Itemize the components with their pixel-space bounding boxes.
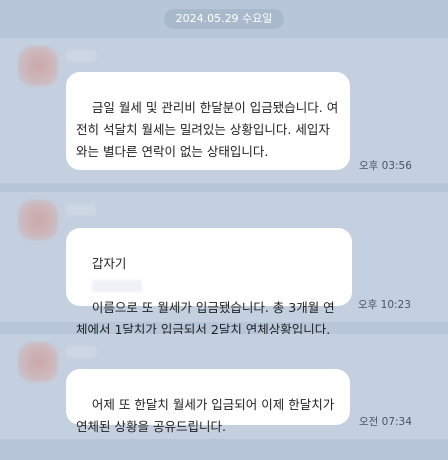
message-card-2: 갑자기 이름으로 또 월세가 입금됐습니다. 총 3개월 연체에서 1달치가 입… xyxy=(0,192,448,337)
sender-name-redacted xyxy=(66,204,96,216)
message-time-2: 오후 10:23 xyxy=(358,299,411,311)
message-bubble-1[interactable]: 금일 월세 및 관리비 한달분이 입금됐습니다. 여전히 석달치 월세는 밀려있… xyxy=(66,72,350,170)
date-separator: 2024.05.29 수요일 xyxy=(164,9,284,29)
sender-avatar[interactable] xyxy=(18,200,58,240)
message-bubble-2[interactable]: 갑자기 이름으로 또 월세가 입금됐습니다. 총 3개월 연체에서 1달치가 입… xyxy=(66,228,352,337)
message-text-2-before: 갑자기 xyxy=(91,256,127,271)
message-text-1: 금일 월세 및 관리비 한달분이 입금됐습니다. 여전히 석달치 월세는 밀려있… xyxy=(76,100,339,159)
message-card-1: 금일 월세 및 관리비 한달분이 입금됐습니다. 여전히 석달치 월세는 밀려있… xyxy=(0,38,448,183)
message-time-1: 오후 03:56 xyxy=(359,160,412,172)
sender-name-redacted xyxy=(66,346,96,358)
sender-name-redacted xyxy=(66,50,96,62)
sender-avatar[interactable] xyxy=(18,342,58,382)
message-text-2-after: 이름으로 또 월세가 입금됐습니다. 총 3개월 연체에서 1달치가 입금되서 … xyxy=(76,300,335,337)
message-card-3: 어제 또 한달치 월세가 입금되어 이제 한달치가 연체된 상황을 공유드립니다… xyxy=(0,334,448,439)
redacted-name xyxy=(91,280,142,292)
message-time-3: 오전 07:34 xyxy=(359,416,412,428)
message-text-3: 어제 또 한달치 월세가 입금되어 이제 한달치가 연체된 상황을 공유드립니다… xyxy=(76,397,339,434)
message-bubble-3[interactable]: 어제 또 한달치 월세가 입금되어 이제 한달치가 연체된 상황을 공유드립니다… xyxy=(66,369,350,434)
sender-avatar[interactable] xyxy=(18,46,58,86)
